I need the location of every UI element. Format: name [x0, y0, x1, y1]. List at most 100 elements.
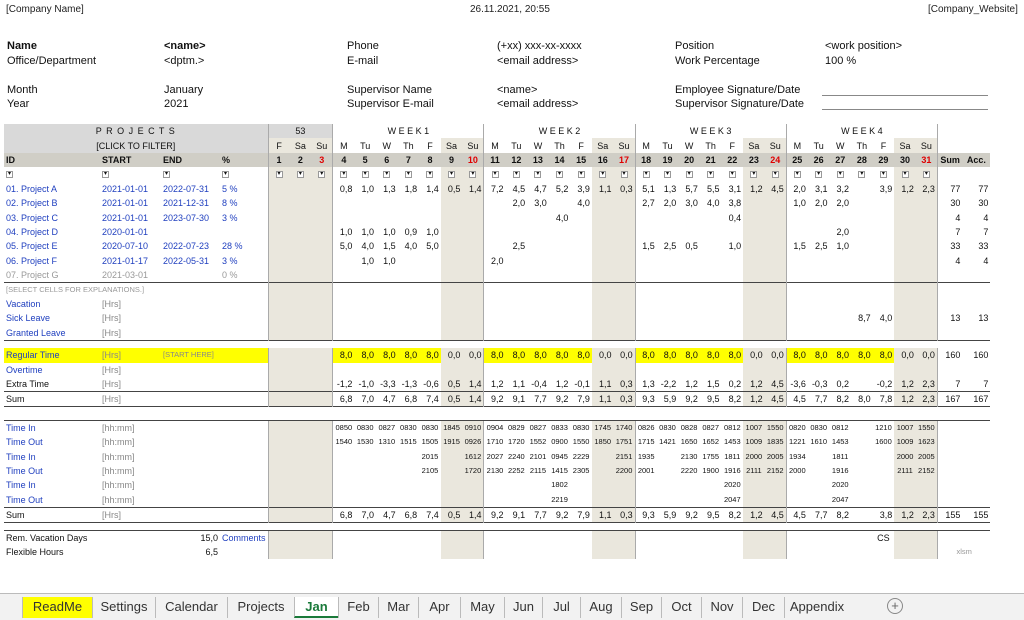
- project-4-day-8[interactable]: 1,0: [419, 225, 441, 239]
- extra-time-day-4[interactable]: -1,2: [332, 376, 355, 392]
- time-cell[interactable]: [743, 492, 765, 508]
- project-4-day-12[interactable]: [506, 225, 528, 239]
- filter-dropdown-day-28[interactable]: ▾: [858, 171, 866, 179]
- time-cell[interactable]: [440, 478, 463, 493]
- project-7-day-28[interactable]: [851, 268, 873, 283]
- granted-leave-day-13[interactable]: [527, 326, 549, 341]
- time-cell[interactable]: 1505: [419, 435, 441, 449]
- regular-time-day-18[interactable]: 8,0: [634, 348, 657, 363]
- comment-cell[interactable]: [354, 545, 376, 559]
- filter-dropdown-day-30[interactable]: ▾: [901, 171, 909, 179]
- project-2-day-2[interactable]: [289, 195, 312, 211]
- overtime-day-19[interactable]: [657, 363, 679, 377]
- time-cell[interactable]: 1915: [440, 434, 463, 450]
- time-cell[interactable]: [527, 493, 549, 508]
- project-3-day-28[interactable]: [851, 210, 873, 224]
- extra-time-day-16[interactable]: 1,1: [591, 376, 614, 392]
- project-start[interactable]: 2021-01-01: [100, 210, 161, 224]
- regular-time-day-7[interactable]: 8,0: [397, 348, 420, 363]
- granted-leave-day-4[interactable]: [332, 325, 355, 341]
- filter-dropdown-day-2[interactable]: ▾: [296, 171, 304, 179]
- time-cell[interactable]: [634, 492, 657, 508]
- extra-time-day-10[interactable]: 1,4: [462, 376, 484, 392]
- sick-leave-day-14[interactable]: [549, 311, 571, 325]
- comment-cell[interactable]: [829, 545, 851, 559]
- project-1-day-20[interactable]: 5,7: [678, 182, 700, 196]
- comment-cell[interactable]: [332, 529, 355, 545]
- project-6-day-5[interactable]: 1,0: [354, 254, 376, 268]
- granted-leave-day-23[interactable]: [743, 325, 765, 341]
- project-5-day-22[interactable]: 1,0: [721, 239, 743, 253]
- granted-leave-day-9[interactable]: [440, 325, 463, 341]
- project-7-day-25[interactable]: [785, 267, 808, 283]
- time-cell[interactable]: 2240: [506, 449, 528, 463]
- sick-leave-day-9[interactable]: [440, 311, 463, 326]
- time-cell[interactable]: 0812: [829, 419, 852, 435]
- sheet-tab-dec[interactable]: Dec: [742, 597, 784, 618]
- time-cell[interactable]: 2229: [570, 449, 592, 463]
- project-4-day-21[interactable]: [700, 225, 722, 239]
- time-cell[interactable]: [483, 492, 506, 508]
- project-6-day-1[interactable]: [267, 253, 290, 268]
- overtime-day-1[interactable]: [267, 362, 290, 377]
- comment-cell[interactable]: [613, 544, 636, 559]
- time-cell[interactable]: 0833: [548, 419, 571, 435]
- comment-cell[interactable]: [807, 529, 830, 545]
- project-6-day-4[interactable]: [332, 253, 355, 268]
- comment-cell[interactable]: [699, 529, 722, 545]
- project-3-day-21[interactable]: [700, 210, 722, 224]
- time-cell[interactable]: 2105: [419, 464, 441, 478]
- time-cell[interactable]: [267, 478, 290, 493]
- sheet-tab-jan[interactable]: Jan: [294, 597, 338, 618]
- time-cell[interactable]: [591, 478, 614, 493]
- project-1-day-13[interactable]: 4,7: [527, 182, 549, 196]
- time-cell[interactable]: [376, 464, 398, 478]
- filter-dropdown-day-22[interactable]: ▾: [728, 171, 736, 179]
- project-6-day-26[interactable]: [808, 254, 830, 268]
- project-pct[interactable]: 5 %: [220, 182, 268, 196]
- project-2-day-23[interactable]: [743, 195, 765, 211]
- project-6-day-16[interactable]: [591, 253, 614, 268]
- filter-dropdown-day-4[interactable]: ▾: [340, 171, 348, 179]
- vacation-day-22[interactable]: [721, 297, 743, 311]
- sum-2-day-24[interactable]: 4,5: [764, 506, 787, 523]
- vacation-day-20[interactable]: [678, 297, 700, 311]
- comment-cell[interactable]: [851, 529, 873, 545]
- project-2-day-27[interactable]: 2,0: [829, 196, 851, 210]
- regular-time-day-5[interactable]: 8,0: [354, 348, 376, 363]
- project-6-day-28[interactable]: [851, 254, 873, 268]
- project-6-day-15[interactable]: [570, 254, 592, 268]
- sum-day-4[interactable]: 6,8: [332, 390, 355, 407]
- comment-cell[interactable]: [894, 529, 916, 545]
- sum-day-24[interactable]: 4,5: [764, 390, 787, 407]
- project-3-day-6[interactable]: [376, 210, 398, 224]
- comment-cell[interactable]: [354, 529, 376, 545]
- project-6-day-23[interactable]: [743, 253, 765, 268]
- project-4-day-27[interactable]: 2,0: [829, 225, 851, 239]
- vacation-day-19[interactable]: [657, 297, 679, 311]
- extra-time-day-24[interactable]: 4,5: [764, 376, 787, 392]
- project-4-day-18[interactable]: [634, 224, 657, 240]
- project-2-day-6[interactable]: [376, 196, 398, 210]
- filter-dropdown-day-31[interactable]: ▾: [922, 171, 930, 179]
- project-7-day-22[interactable]: [721, 268, 743, 283]
- vacation-day-7[interactable]: [398, 297, 420, 311]
- project-id[interactable]: 06. Project F: [4, 254, 100, 268]
- project-7-day-21[interactable]: [700, 268, 722, 283]
- sick-leave-day-29[interactable]: 4,0: [873, 311, 895, 325]
- overtime-day-30[interactable]: [894, 362, 916, 377]
- comment-cell[interactable]: [549, 545, 571, 559]
- project-5-day-18[interactable]: 1,5: [634, 239, 657, 254]
- project-start[interactable]: 2021-01-17: [100, 254, 161, 268]
- filter-dropdown-day-29[interactable]: ▾: [879, 171, 887, 179]
- project-1-day-12[interactable]: 4,5: [506, 182, 528, 196]
- comment-cell[interactable]: [462, 529, 484, 545]
- extra-time-day-11[interactable]: 1,2: [483, 376, 506, 392]
- sick-leave-day-27[interactable]: [829, 311, 851, 325]
- time-cell[interactable]: 1715: [634, 434, 657, 450]
- vacation-day-17[interactable]: [613, 296, 636, 312]
- filter-dropdown-day-19[interactable]: ▾: [664, 171, 671, 179]
- project-6-day-10[interactable]: [462, 253, 484, 268]
- overtime-day-24[interactable]: [764, 362, 787, 377]
- extra-time-day-29[interactable]: -0,2: [873, 377, 895, 392]
